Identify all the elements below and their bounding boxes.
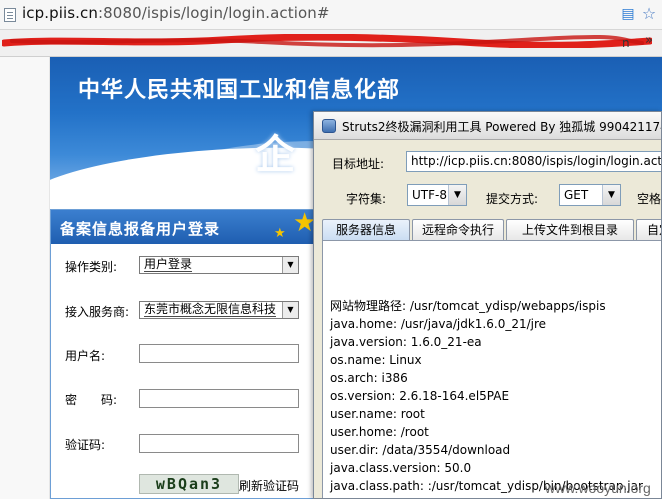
provider-label: 接入服务商:	[65, 305, 130, 319]
output-line: user.dir: /data/3554/download	[330, 443, 511, 457]
bookmark-bar: n »	[0, 30, 662, 57]
output-line: os.arch: i386	[330, 371, 408, 385]
provider-select[interactable]: 东莞市概念无限信息科技 ▼	[139, 301, 299, 319]
address-bar[interactable]: icp.piis.cn:8080/ispis/login/login.actio…	[0, 0, 662, 30]
username-input[interactable]	[139, 344, 299, 363]
method-value: GET	[564, 188, 589, 202]
output-line: java.class.version: 50.0	[330, 461, 472, 475]
target-label: 目标地址:	[332, 157, 385, 171]
output-line: os.name: Linux	[330, 353, 422, 367]
username-label: 用户名:	[65, 349, 106, 363]
output-line: os.version: 2.6.18-164.el5PAE	[330, 389, 510, 403]
tool-tabs: 服务器信息 远程命令执行 上传文件到根目录 自定	[322, 219, 661, 241]
struts2-tool-window: Struts2终极漏洞利用工具 Powered By 独孤城 990421174…	[313, 111, 662, 499]
url-text[interactable]: icp.piis.cn:8080/ispis/login/login.actio…	[22, 4, 330, 22]
reader-view-icon[interactable]: ▤	[620, 6, 636, 22]
url-host: icp.piis.cn	[22, 4, 98, 22]
password-label: 密 码:	[65, 393, 118, 407]
page-left-gutter	[0, 57, 50, 499]
banner-title: 中华人民共和国工业和信息化部	[78, 78, 401, 103]
login-panel-title: 备案信息报备用户登录	[60, 220, 221, 238]
output-line: user.name: root	[330, 407, 425, 421]
charset-label: 字符集:	[346, 192, 387, 206]
tool-window-title: Struts2终极漏洞利用工具 Powered By 独孤城 990421174	[342, 120, 662, 134]
bookmark-star-icon[interactable]: ☆	[640, 5, 658, 23]
captcha-input[interactable]	[139, 434, 299, 453]
tab-remote-command[interactable]: 远程命令执行	[412, 219, 504, 241]
tab-server-info[interactable]: 服务器信息	[322, 219, 410, 241]
output-line: java.home: /usr/java/jdk1.6.0_21/jre	[330, 317, 547, 331]
output-line: user.home: /root	[330, 425, 429, 439]
op-type-label: 操作类别:	[65, 260, 118, 274]
bookmark-overflow-icon[interactable]: »	[645, 33, 659, 51]
captcha-label: 验证码:	[65, 438, 106, 452]
provider-value: 东莞市概念无限信息科技	[144, 302, 277, 317]
star-small-icon: ★	[274, 226, 286, 241]
charset-value: UTF-8	[412, 188, 447, 202]
bookmark-tail-text: n	[622, 36, 630, 50]
wooyun-watermark: www.wooyun.org	[545, 480, 651, 496]
captcha-image: wBQan3	[139, 474, 239, 494]
op-type-value: 用户登录	[144, 257, 193, 272]
method-select[interactable]: GET ▼	[559, 184, 621, 206]
login-panel: 备案信息报备用户登录 ★ ★ 操作类别: 用户登录 ▼ 接入服务商: 东莞市概念…	[50, 208, 320, 499]
app-icon	[322, 119, 336, 133]
banner-glyph: 企	[255, 132, 295, 178]
space-label: 空格	[637, 192, 662, 206]
tool-title-bar[interactable]: Struts2终极漏洞利用工具 Powered By 独孤城 990421174	[314, 112, 661, 140]
target-url-input[interactable]: http://icp.piis.cn:8080/ispis/login/logi…	[406, 151, 661, 172]
url-path: :8080/ispis/login/login.action#	[98, 4, 330, 22]
chevron-down-icon[interactable]: ▼	[282, 257, 298, 273]
password-input[interactable]	[139, 389, 299, 408]
server-info-output[interactable]: 网站物理路径: /usr/tomcat_ydisp/webapps/ispis …	[330, 297, 660, 498]
output-line: 网站物理路径: /usr/tomcat_ydisp/webapps/ispis	[330, 299, 606, 313]
chevron-down-icon[interactable]: ▼	[282, 302, 298, 318]
output-line: java.version: 1.6.0_21-ea	[330, 335, 482, 349]
chevron-down-icon[interactable]: ▼	[602, 185, 620, 205]
op-type-select[interactable]: 用户登录 ▼	[139, 256, 299, 274]
captcha-refresh-link[interactable]: 刷新验证码	[239, 477, 299, 494]
method-label: 提交方式:	[486, 192, 539, 206]
redaction-scribble	[2, 34, 652, 48]
tab-custom[interactable]: 自定	[636, 219, 661, 241]
login-panel-header: 备案信息报备用户登录 ★ ★	[51, 208, 319, 244]
chevron-down-icon[interactable]: ▼	[448, 185, 466, 205]
charset-select[interactable]: UTF-8 ▼	[407, 184, 467, 206]
page-icon	[4, 8, 16, 22]
tab-upload-file[interactable]: 上传文件到根目录	[506, 219, 634, 241]
